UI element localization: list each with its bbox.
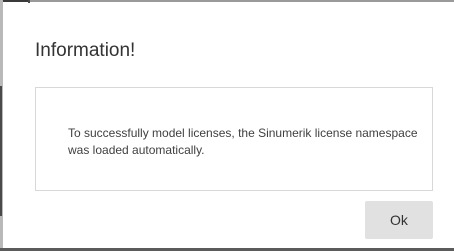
- message-text: To successfully model licenses, the Sinu…: [68, 126, 418, 157]
- message-box: To successfully model licenses, the Sinu…: [35, 87, 433, 191]
- background-window-top-edge: [0, 0, 454, 2]
- background-window-left-edge-dark: [0, 86, 2, 216]
- ok-button[interactable]: Ok: [365, 201, 433, 239]
- information-dialog: Information! To successfully model licen…: [4, 3, 450, 247]
- dialog-title: Information!: [35, 40, 136, 61]
- background-window-top-edge-dark: [0, 0, 30, 2]
